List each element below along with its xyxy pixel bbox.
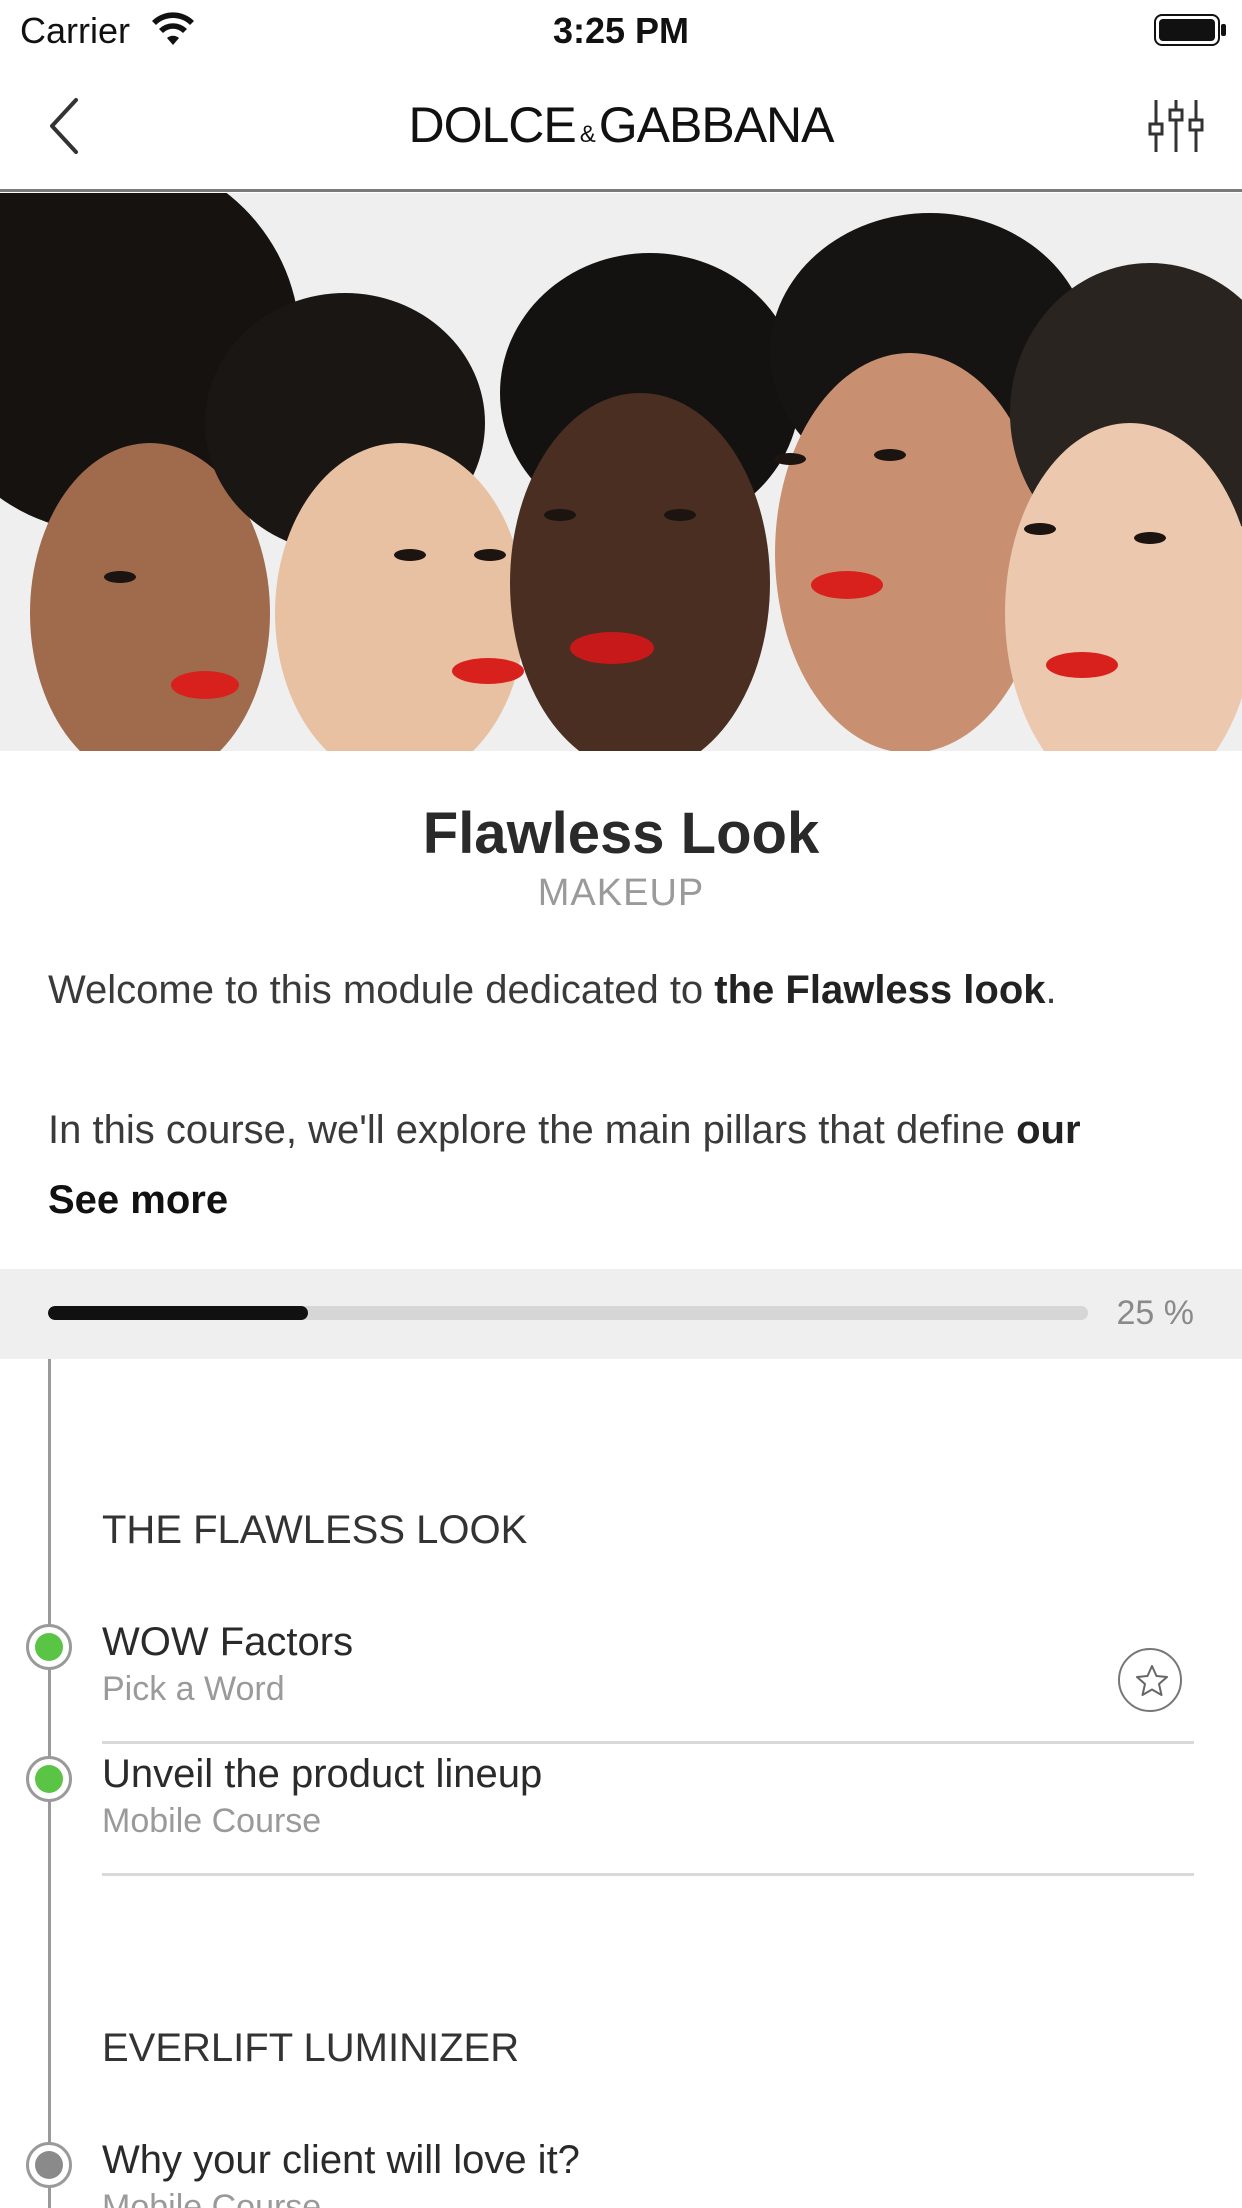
battery-icon [1154, 14, 1226, 46]
divider [102, 1873, 1194, 1876]
sliders-icon[interactable] [1148, 96, 1204, 156]
progress-fill [48, 1306, 308, 1320]
lesson-subtitle: Pick a Word [102, 1670, 285, 1708]
brand-logo-right: GABBANA [598, 97, 835, 153]
course-category: MAKEUP [537, 872, 705, 914]
brand-logo-left: DOLCE [408, 97, 576, 153]
section-title: THE FLAWLESS LOOK [102, 1508, 528, 1552]
lesson-title: WOW Factors [102, 1620, 354, 1664]
progress-section: 25 % [0, 1269, 1242, 1359]
favorite-button[interactable] [1118, 1648, 1182, 1712]
description-text: In this course, we'll explore the main p… [48, 1108, 1017, 1152]
status-time: 3:25 PM [552, 10, 690, 51]
lesson-subtitle: Mobile Course [102, 1802, 322, 1840]
hero-photo [0, 193, 1242, 751]
progress-bar [48, 1306, 1088, 1320]
lesson-subtitle: Mobile Course [102, 2188, 322, 2208]
description-bold: our [1016, 1108, 1081, 1152]
course-title: Flawless Look [422, 801, 820, 866]
lesson-title: Unveil the product lineup [102, 1752, 543, 1796]
pending-status-icon [26, 2142, 72, 2188]
description-bold: the Flawless look [714, 968, 1046, 1012]
divider [102, 1741, 1194, 1744]
brand-logo-amp: & [579, 121, 596, 148]
section-title: EVERLIFT LUMINIZER [102, 2026, 520, 2070]
description-paragraph-1: Welcome to this module dedicated to the … [48, 968, 1198, 1013]
description-text: Welcome to this module dedicated to [48, 968, 715, 1012]
completed-status-icon [26, 1624, 72, 1670]
star-icon [1136, 1665, 1168, 1696]
description-paragraph-2: In this course, we'll explore the main p… [48, 1108, 1198, 1153]
nav-bar: DOLCE &GABBANA [0, 62, 1242, 192]
brand-logo: DOLCE &GABBANA [0, 96, 1242, 154]
lesson-title: Why your client will love it? [102, 2138, 580, 2182]
progress-label: 25 % [1116, 1294, 1195, 1332]
completed-status-icon [26, 1756, 72, 1802]
description-text: . [1045, 968, 1057, 1012]
see-more-link[interactable]: See more [48, 1178, 228, 1223]
status-bar: Carrier 3:25 PM [0, 0, 1242, 62]
hero-image [0, 193, 1242, 751]
